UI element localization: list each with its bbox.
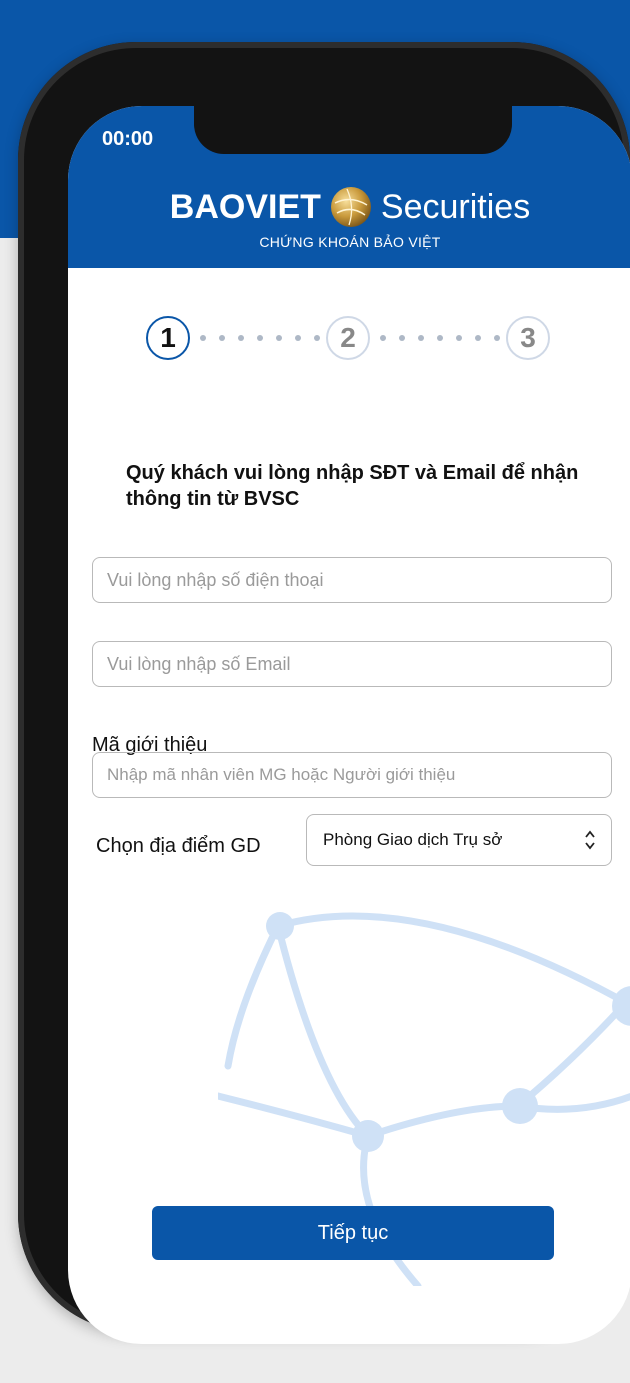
step-dot	[380, 335, 386, 341]
step-dot	[200, 335, 206, 341]
step-dot	[418, 335, 424, 341]
continue-button[interactable]: Tiếp tục	[152, 1206, 554, 1260]
location-label: Chọn địa điểm GD	[96, 835, 261, 857]
step-dot	[238, 335, 244, 341]
brand-subtitle: CHỨNG KHOÁN BẢO VIỆT	[259, 234, 441, 250]
step-2-badge: 2	[326, 316, 370, 360]
location-select[interactable]: Phòng Giao dịch Trụ sở	[306, 814, 612, 866]
step-dot	[399, 335, 405, 341]
app-header: 00:00 BAOVIET Securities CHỨNG KHOÁN BẢO…	[68, 106, 630, 268]
step-dot	[494, 335, 500, 341]
step-1-badge: 1	[146, 316, 190, 360]
updown-chevron-icon	[585, 830, 595, 850]
brand-logo: BAOVIET Securities	[68, 182, 630, 232]
globe-logo-icon	[330, 187, 371, 227]
referral-input[interactable]: Nhập mã nhân viên MG hoặc Người giới thi…	[92, 752, 612, 798]
step-indicator: 1 2 3	[68, 316, 630, 368]
step-dot	[295, 335, 301, 341]
phone-frame: 00:00 BAOVIET Securities CHỨNG KHOÁN BẢO…	[18, 42, 630, 1344]
brand-name-right: Securities	[380, 187, 531, 226]
location-select-value: Phòng Giao dịch Trụ sở	[323, 830, 503, 849]
intro-text: Quý khách vui lòng nhập SĐT và Email để …	[126, 462, 579, 510]
app-screen: 00:00 BAOVIET Securities CHỨNG KHOÁN BẢO…	[68, 106, 630, 1344]
brand-name-left: BAOVIET	[169, 187, 321, 226]
step-dot	[276, 335, 282, 341]
phone-input[interactable]: Vui lòng nhập số điện thoại	[92, 557, 612, 603]
email-input[interactable]: Vui lòng nhập số Email	[92, 641, 612, 687]
phone-notch	[194, 106, 512, 154]
step-dot	[475, 335, 481, 341]
step-dot	[437, 335, 443, 341]
step-dot	[257, 335, 263, 341]
step-dot	[456, 335, 462, 341]
step-dot	[219, 335, 225, 341]
step-3-badge: 3	[506, 316, 550, 360]
status-time: 00:00	[102, 128, 154, 150]
step-dot	[314, 335, 320, 341]
